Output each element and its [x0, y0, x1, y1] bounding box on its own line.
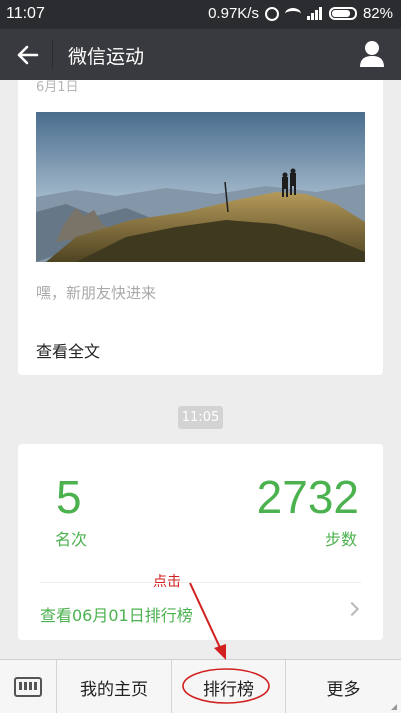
app-bar-divider [52, 41, 53, 68]
status-bar: 11:07 0.97K/s 82% [0, 0, 401, 29]
person-icon [360, 41, 384, 67]
submenu-indicator-icon [391, 704, 397, 710]
menu-more-label: 更多 [326, 679, 361, 700]
annotation-text: 点击 [153, 574, 181, 590]
keyboard-icon [14, 677, 42, 697]
menu-item-leaderboard[interactable]: 排行榜 [172, 660, 286, 713]
page-title: 微信运动 [68, 46, 145, 68]
rank-value: 5 [56, 471, 82, 523]
app-bar: 微信运动 [0, 29, 401, 80]
annotation-arrow-head [214, 644, 226, 660]
menu-home-label: 我的主页 [80, 679, 148, 700]
stats-card: 5 名次 2732 步数 查看06月01日排行榜 [18, 444, 383, 640]
chevron-right-icon [344, 601, 360, 617]
battery-percent: 82% [362, 5, 393, 22]
post-text: 嘿，新朋友快进来 [36, 284, 157, 302]
menu-leaderboard-label: 排行榜 [203, 679, 254, 700]
post-date: 6月1日 [36, 80, 79, 95]
profile-button[interactable] [355, 37, 389, 71]
signal-icon [306, 7, 323, 20]
menu-item-more[interactable]: 更多 [286, 660, 401, 713]
network-speed: 0.97K/s [208, 5, 259, 22]
menu-item-home[interactable]: 我的主页 [57, 660, 172, 713]
wifi-icon [284, 7, 301, 20]
status-indicators: 0.97K/s 82% [202, 5, 393, 22]
back-arrow-icon [17, 45, 39, 65]
rank-label: 名次 [55, 530, 88, 549]
post-card[interactable]: 6月1日 嘿，新朋友快进来 查看全文 [18, 80, 383, 375]
card-divider [40, 582, 361, 583]
bottom-menu-bar: 我的主页 排行榜 更多 [0, 659, 401, 713]
back-button[interactable] [8, 35, 48, 75]
steps-value: 2732 [256, 471, 359, 523]
status-time: 11:07 [6, 5, 45, 22]
view-full-link[interactable]: 查看全文 [36, 338, 100, 362]
leaderboard-link[interactable]: 查看06月01日排行榜 [40, 602, 193, 626]
alarm-icon [264, 6, 279, 21]
timestamp-chip: 11:05 [178, 406, 223, 429]
battery-icon [328, 7, 357, 20]
keyboard-toggle-button[interactable] [0, 660, 57, 713]
steps-label: 步数 [324, 530, 357, 549]
post-image[interactable] [36, 112, 365, 262]
